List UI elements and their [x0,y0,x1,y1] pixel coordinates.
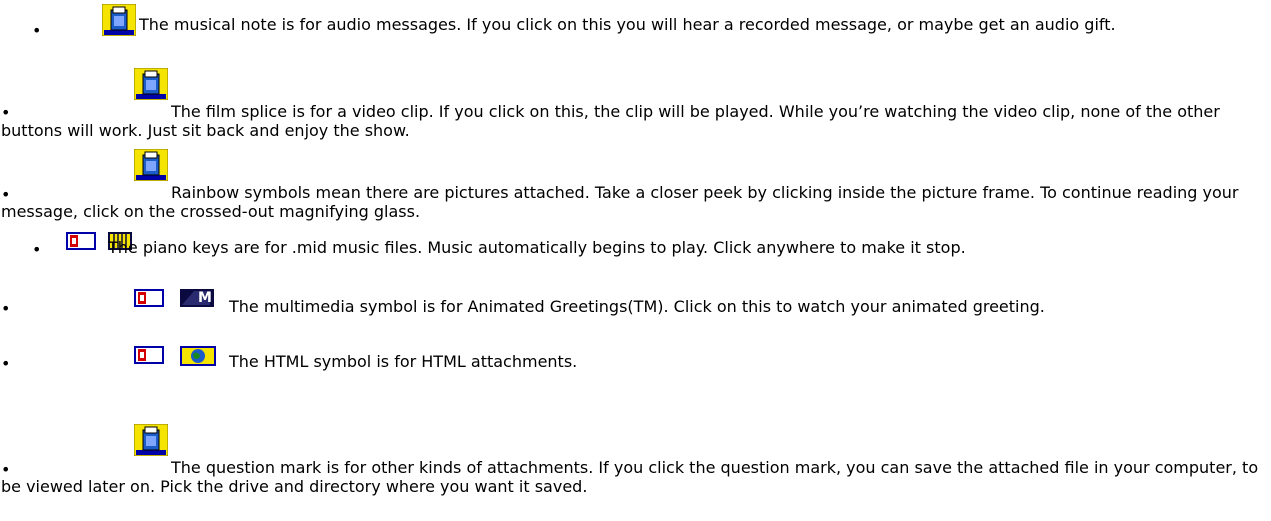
rainbow-icon[interactable] [134,149,168,181]
list-item-text: The question mark is for other kinds of … [1,458,1259,496]
film-splice-icon[interactable] [134,68,168,100]
list-item: • The piano keys are for .mid music file… [0,232,1265,276]
list-item: • Rainbow symbols mean there are picture… [0,149,1265,221]
list-item-text: The piano keys are for .mid music files.… [108,238,966,257]
list-item-text: The film splice is for a video clip. If … [1,102,1220,140]
list-item: • The question mark is for other kinds o… [0,424,1265,520]
question-mark-icon[interactable] [134,424,168,456]
list-item: • The musical note is for audio messages… [0,0,1265,60]
musical-note-icon[interactable] [102,4,136,36]
list-item-text: The HTML symbol is for HTML attachments. [229,352,578,371]
list-item-text: The multimedia symbol is for Animated Gr… [229,297,1045,316]
list-item-text: Rainbow symbols mean there are pictures … [1,183,1239,221]
list-item-text: The musical note is for audio messages. … [139,15,1116,34]
list-item: • M The multimedia symbol is for Animate… [0,289,1265,333]
list-item: • The HTML symbol is for HTML attachment… [0,346,1265,374]
bullet: • [32,240,42,259]
bullet: • [32,21,42,40]
list-item: • The film splice is for a video clip. I… [0,68,1265,140]
